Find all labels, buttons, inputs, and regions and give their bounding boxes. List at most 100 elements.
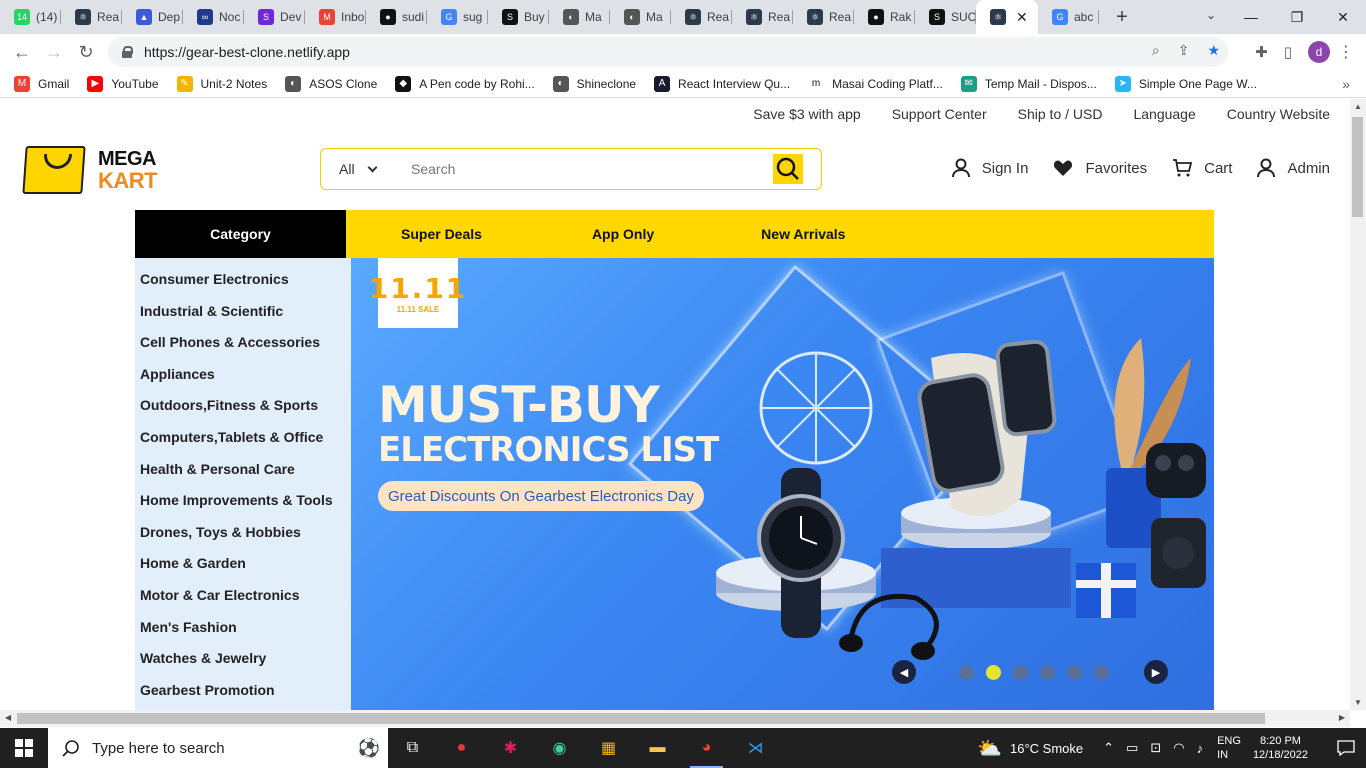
browser-tab[interactable]: ● Rak [854,0,915,34]
battery-icon[interactable]: ▭ [1126,740,1138,756]
extensions-puzzle-icon[interactable]: ✚ [1255,43,1268,61]
top-nav-link[interactable]: Ship to / USD [1018,106,1103,122]
top-nav-link[interactable]: Language [1133,106,1195,122]
tray-overflow-icon[interactable]: ⌃ [1103,740,1114,756]
bookmark-item[interactable]: A React Interview Qu... [654,75,790,92]
browser-tab[interactable]: Gsug [427,0,488,34]
tab-search-chevron-icon[interactable]: ⌄ [1206,8,1216,22]
sidebar-category-item[interactable]: Health & Personal Care [135,460,351,492]
scroll-down-arrow-icon[interactable]: ▼ [1354,698,1362,707]
carousel-dot[interactable] [986,665,1001,680]
carousel-dot[interactable] [1013,665,1028,680]
browser-tab[interactable]: ◐ Ma [610,0,671,34]
browser-tab[interactable]: ⚛ Rea [732,0,793,34]
file-explorer-icon[interactable]: ▬ [633,728,682,768]
weather-widget[interactable]: ⛅ 16°C Smoke [977,736,1083,761]
carousel-dot[interactable] [959,665,974,680]
microsoft-store-icon[interactable]: ▦ [584,728,633,768]
cart-link[interactable]: Cart [1172,159,1232,177]
sidebar-category-item[interactable]: Watches & Jewelry [135,649,351,681]
menu-super-deals[interactable]: Super Deals [401,226,482,242]
close-tab-icon[interactable]: ✕ [1016,9,1028,26]
edge-browser-icon[interactable]: ◉ [535,728,584,768]
bookmark-item[interactable]: ◐ Shineclone [552,75,636,92]
admin-link[interactable]: Admin [1257,158,1330,178]
banner-promo-pill[interactable]: Great Discounts On Gearbest Electronics … [378,481,704,511]
carousel-dot[interactable] [1094,665,1109,680]
notification-center-icon[interactable] [1326,740,1366,756]
horizontal-scrollbar[interactable]: ◀ ▶ [0,710,1350,727]
vertical-scroll-thumb[interactable] [1352,117,1363,217]
address-bar[interactable]: https://gear-best-clone.netlify.app ⌕ ⇪ … [108,37,1228,67]
close-window-button[interactable]: ✕ [1320,0,1366,34]
restore-button[interactable]: ❐ [1274,0,1320,34]
sidebar-category-item[interactable]: Consumer Electronics [135,270,351,302]
carousel-dot[interactable] [1067,665,1082,680]
zoom-icon[interactable]: ⌕ [1152,42,1160,59]
favorites-link[interactable]: Favorites [1053,159,1147,177]
profile-avatar[interactable]: d [1308,41,1330,63]
browser-tab[interactable]: ⚛ Rea [671,0,732,34]
slack-icon[interactable]: ✱ [486,728,535,768]
category-menu-button[interactable]: Category [135,210,346,258]
browser-tab[interactable]: 14 (14) [0,0,61,34]
horizontal-scroll-thumb[interactable] [17,713,1265,724]
sidebar-category-item[interactable]: Cell Phones & Accessories [135,333,351,365]
browser-tab[interactable]: M Inbo [305,0,366,34]
top-nav-link[interactable]: Country Website [1227,106,1330,122]
clock[interactable]: 8:20 PM 12/18/2022 [1253,734,1308,762]
lock-icon[interactable] [122,46,133,58]
carousel-dot[interactable] [1040,665,1055,680]
search-input[interactable] [401,154,773,184]
scroll-left-arrow-icon[interactable]: ◀ [5,713,11,722]
browser-tab[interactable]: ▲ Dep [122,0,183,34]
taskbar-search-box[interactable]: Type here to search ⚽ [48,728,388,768]
top-nav-link[interactable]: Save $3 with app [753,106,860,122]
bookmark-item[interactable]: ✉ Temp Mail - Dispos... [960,75,1097,92]
sidebar-category-item[interactable]: Gearbest Promotion [135,681,351,710]
bookmark-star-icon[interactable]: ★ [1207,42,1220,59]
reload-icon[interactable]: ↻ [70,42,102,63]
browser-tab[interactable]: S Dev [244,0,305,34]
browser-tab[interactable]: S Buy [488,0,549,34]
browser-tab[interactable]: S SUC [915,0,976,34]
hero-banner[interactable]: 11.11 11.11 SALE MUST-BUY ELECTRONICS LI… [351,258,1214,710]
bookmark-item[interactable]: m Masai Coding Platf... [808,75,943,92]
sidebar-category-item[interactable]: Home Improvements & Tools [135,491,351,523]
sidebar-category-item[interactable]: Home & Garden [135,554,351,586]
bookmark-item[interactable]: ▶ YouTube [87,75,159,92]
device-icon[interactable]: ⊡ [1150,740,1161,756]
sidebar-category-item[interactable]: Appliances [135,365,351,397]
browser-tab[interactable]: Gabc [1038,0,1099,34]
browser-menu-icon[interactable]: ⋮ [1338,42,1354,62]
bookmark-item[interactable]: ➤ Simple One Page W... [1114,75,1257,92]
new-tab-button[interactable]: + [1107,6,1137,29]
wifi-icon[interactable]: ◠ [1173,740,1184,756]
sidebar-category-item[interactable]: Outdoors,Fitness & Sports [135,396,351,428]
screen-recorder-icon[interactable]: ● [437,728,486,768]
scroll-up-arrow-icon[interactable]: ▲ [1354,102,1362,111]
more-bookmarks-icon[interactable]: » [1342,76,1350,92]
sidebar-category-item[interactable]: Men's Fashion [135,618,351,650]
language-indicator[interactable]: ENG IN [1217,734,1241,762]
search-category-select[interactable]: All [321,161,401,177]
sign-in-link[interactable]: Sign In [951,158,1028,178]
sidebar-category-item[interactable]: Industrial & Scientific [135,302,351,334]
carousel-prev-button[interactable]: ◀ [892,660,916,684]
browser-tab[interactable]: ● sudi [366,0,427,34]
minimize-button[interactable]: — [1228,0,1274,34]
bookmark-item[interactable]: M Gmail [14,75,69,92]
browser-tab[interactable]: ◐ Ma [549,0,610,34]
search-button[interactable] [773,154,803,184]
task-view-icon[interactable]: ⧉ [388,728,437,768]
menu-new-arrivals[interactable]: New Arrivals [761,226,845,242]
browser-tab[interactable]: ⚛ Rea [61,0,122,34]
browser-tab[interactable]: ⚛ Rea [793,0,854,34]
forward-arrow-icon[interactable]: → [38,42,70,63]
menu-app-only[interactable]: App Only [592,226,654,242]
vertical-scrollbar[interactable]: ▲ ▼ [1350,99,1366,710]
bookmark-item[interactable]: ◐ ASOS Clone [285,75,377,92]
scroll-right-arrow-icon[interactable]: ▶ [1339,713,1345,722]
side-panel-icon[interactable]: ▯ [1284,43,1292,61]
share-icon[interactable]: ⇪ [1178,42,1190,59]
